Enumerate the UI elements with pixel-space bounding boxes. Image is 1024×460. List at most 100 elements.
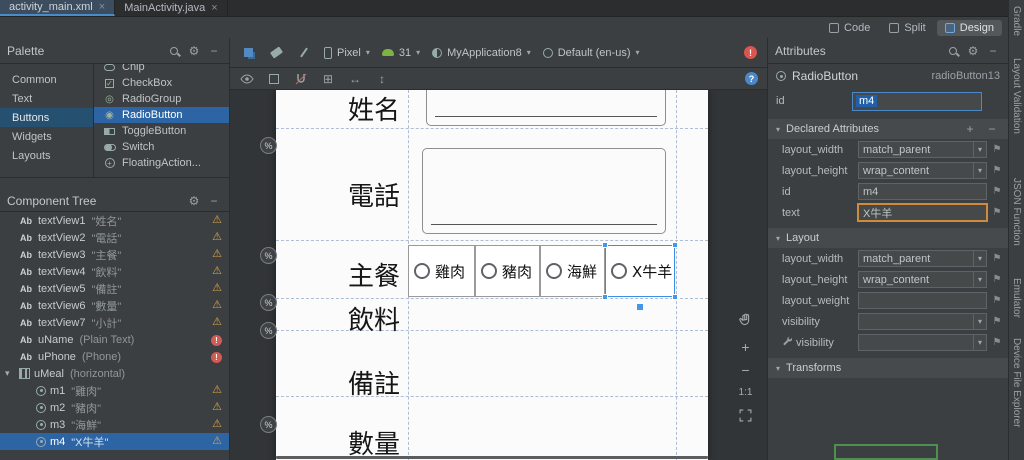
palette-item-radiogroup[interactable]: ◎ RadioGroup	[94, 91, 229, 107]
theme-selector[interactable]: MyApplication8 ▾	[432, 47, 531, 59]
locale-selector[interactable]: Default (en-us) ▾	[542, 47, 640, 59]
blueprint-icon[interactable]	[266, 71, 282, 87]
chevron-down-icon[interactable]: ▾	[973, 163, 986, 178]
drink-textview[interactable]: 飲料	[348, 300, 400, 337]
device-selector[interactable]: Pixel ▾	[324, 46, 370, 59]
add-attribute-button[interactable]: +	[962, 121, 978, 137]
infer-constraints-icon[interactable]	[296, 45, 312, 61]
tree-item-m4[interactable]: m4 "X牛羊" ⚠	[0, 433, 229, 450]
chevron-down-icon[interactable]: ▾	[973, 314, 986, 329]
magnet-off-icon[interactable]	[293, 71, 309, 87]
palette-category-buttons[interactable]: Buttons	[0, 108, 93, 127]
name-textview[interactable]: 姓名	[348, 90, 400, 127]
palette-item-togglebutton[interactable]: ToggleButton	[94, 123, 229, 139]
radio-m4-selected[interactable]: X牛羊	[602, 242, 678, 310]
palette-category-widgets[interactable]: Widgets	[0, 127, 93, 146]
selection-handle[interactable]	[672, 242, 678, 248]
design-artboard[interactable]: 姓名 電話 主餐 雞肉 豬肉 海鮮 X牛羊 飲料 備註 數量	[276, 90, 708, 460]
text-field[interactable]: X牛羊	[858, 204, 987, 221]
selection-handle[interactable]	[602, 242, 608, 248]
minimize-icon[interactable]: −	[985, 43, 1001, 59]
flag-icon[interactable]: ⚑	[991, 207, 1003, 218]
palette-item-checkbox[interactable]: ✓ CheckBox	[94, 75, 229, 91]
flag-icon[interactable]: ⚑	[991, 316, 1003, 327]
palette-category-common[interactable]: Common	[0, 70, 93, 89]
canvas-area[interactable]: 姓名 電話 主餐 雞肉 豬肉 海鮮 X牛羊 飲料 備註 數量 % % % % %…	[230, 90, 767, 460]
qty-textview[interactable]: 數量	[348, 424, 400, 460]
error-count-icon[interactable]: !	[744, 46, 757, 59]
expand-arrow-icon[interactable]: ▾	[5, 368, 15, 379]
zoom-in-button[interactable]: +	[741, 340, 749, 354]
design-surface-icon[interactable]	[240, 45, 256, 61]
minimize-icon[interactable]: −	[206, 43, 222, 59]
pan-hand-icon[interactable]	[738, 312, 753, 330]
tree-item-uname[interactable]: Ab uName (Plain Text) !	[0, 331, 229, 348]
palette-item-chip[interactable]: Chip	[94, 64, 229, 75]
flag-icon[interactable]: ⚑	[991, 165, 1003, 176]
view-options-eye-icon[interactable]	[239, 71, 255, 87]
visibility-dropdown[interactable]: ▾	[858, 313, 987, 330]
tree-item-textview6[interactable]: Ab textView6 "數量" ⚠	[0, 297, 229, 314]
api-level-selector[interactable]: 31 ▾	[381, 47, 420, 59]
meal-textview[interactable]: 主餐	[348, 256, 400, 293]
section-declared-attributes[interactable]: ▾ Declared Attributes + −	[768, 119, 1008, 139]
tool-tab-layout-validation[interactable]: Layout Validation	[1011, 58, 1022, 134]
remove-attribute-button[interactable]: −	[984, 121, 1000, 137]
chevron-down-icon[interactable]: ▾	[973, 272, 986, 287]
tree-item-m1[interactable]: m1 "雞肉" ⚠	[0, 382, 229, 399]
search-icon[interactable]	[166, 43, 182, 59]
phone-textview[interactable]: 電話	[348, 176, 400, 213]
flag-icon[interactable]: ⚑	[991, 274, 1003, 285]
canvas-horizontal-scrollbar[interactable]	[276, 456, 708, 459]
id-input[interactable]: m4	[852, 91, 982, 111]
palette-category-text[interactable]: Text	[0, 89, 93, 108]
radio-m1[interactable]: 雞肉	[408, 245, 475, 297]
tool-tab-emulator[interactable]: Emulator	[1011, 278, 1022, 318]
layout-width-dropdown[interactable]: match_parent ▾	[858, 250, 987, 267]
flag-icon[interactable]: ⚑	[991, 295, 1003, 306]
palette-item-switch[interactable]: Switch	[94, 139, 229, 155]
flag-icon[interactable]: ⚑	[991, 144, 1003, 155]
zoom-to-fit-icon[interactable]	[739, 409, 752, 425]
flag-icon[interactable]: ⚑	[991, 253, 1003, 264]
flag-icon[interactable]: ⚑	[991, 186, 1003, 197]
tree-item-textview5[interactable]: Ab textView5 "備註" ⚠	[0, 280, 229, 297]
percent-badge[interactable]: %	[260, 416, 277, 433]
default-margins-icon[interactable]: ⊞	[320, 71, 336, 87]
horizontal-arrow-icon[interactable]: ↔	[347, 71, 363, 87]
tool-tab-gradle[interactable]: Gradle	[1011, 6, 1022, 36]
zoom-ratio-button[interactable]: 1:1	[739, 387, 753, 398]
percent-badge[interactable]: %	[260, 137, 277, 154]
tree-item-textview1[interactable]: Ab textView1 "姓名" ⚠	[0, 212, 229, 229]
tree-item-m3[interactable]: m3 "海鮮" ⚠	[0, 416, 229, 433]
phone-edittext[interactable]	[422, 148, 666, 234]
vertical-arrow-icon[interactable]: ↕	[374, 71, 390, 87]
search-icon[interactable]	[945, 43, 961, 59]
layout-height-dropdown[interactable]: wrap_content ▾	[858, 162, 987, 179]
tree-item-m2[interactable]: m2 "豬肉" ⚠	[0, 399, 229, 416]
radio-m2[interactable]: 豬肉	[475, 245, 540, 297]
palette-item-fab[interactable]: + FloatingAction...	[94, 155, 229, 171]
tree-item-umeal[interactable]: ▾ uMeal (horizontal)	[0, 365, 229, 382]
design-mode-button[interactable]: Design	[936, 19, 1002, 36]
layout-width-dropdown[interactable]: match_parent ▾	[858, 141, 987, 158]
palette-item-radiobutton[interactable]: ◉ RadioButton	[94, 107, 229, 123]
id-field[interactable]: m4	[858, 183, 987, 200]
code-mode-button[interactable]: Code	[821, 20, 878, 36]
gear-icon[interactable]: ⚙	[186, 193, 202, 209]
selection-handle[interactable]	[637, 304, 643, 310]
radio-m3[interactable]: 海鮮	[540, 245, 605, 297]
chevron-down-icon[interactable]: ▾	[973, 142, 986, 157]
gear-icon[interactable]: ⚙	[965, 43, 981, 59]
split-mode-button[interactable]: Split	[881, 20, 933, 36]
percent-badge[interactable]: %	[260, 322, 277, 339]
minimize-icon[interactable]: −	[206, 193, 222, 209]
zoom-out-button[interactable]: −	[741, 363, 749, 377]
flag-icon[interactable]: ⚑	[991, 337, 1003, 348]
tree-item-textview7[interactable]: Ab textView7 "小計" ⚠	[0, 314, 229, 331]
layout-weight-field[interactable]	[858, 292, 987, 309]
percent-badge[interactable]: %	[260, 294, 277, 311]
chevron-down-icon[interactable]: ▾	[973, 335, 986, 350]
tree-item-textview2[interactable]: Ab textView2 "電話" ⚠	[0, 229, 229, 246]
percent-badge[interactable]: %	[260, 247, 277, 264]
